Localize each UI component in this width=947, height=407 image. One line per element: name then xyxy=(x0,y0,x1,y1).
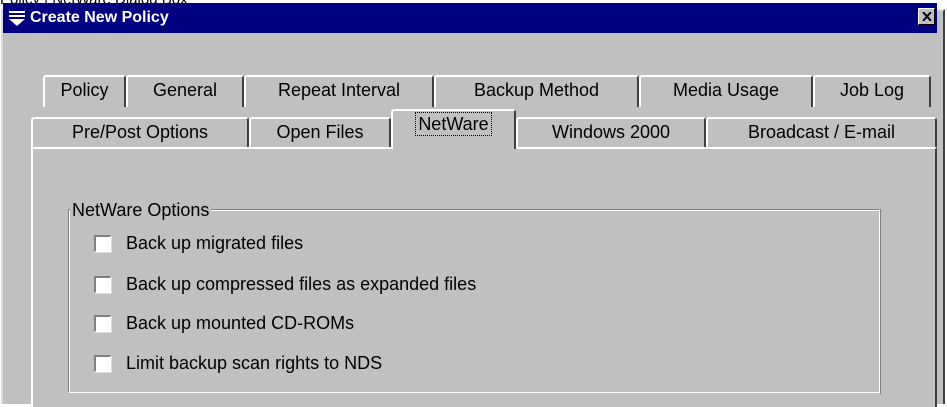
group-label: NetWare Options xyxy=(70,199,212,221)
dropdown-funnel-icon[interactable] xyxy=(9,11,25,26)
option-back-up-migrated-files[interactable]: Back up migrated files xyxy=(94,232,303,254)
checkbox[interactable] xyxy=(94,354,111,372)
close-icon xyxy=(921,12,932,21)
tab-media-usage[interactable]: Media Usage xyxy=(639,75,813,107)
tab-general[interactable]: General xyxy=(126,75,244,107)
option-label: Back up compressed files as expanded fil… xyxy=(126,274,477,294)
tab-netware[interactable]: NetWare xyxy=(391,109,516,149)
checkbox[interactable] xyxy=(94,314,111,332)
tab-pre-post-options[interactable]: Pre/Post Options xyxy=(31,117,249,147)
tab-backup-method[interactable]: Backup Method xyxy=(434,75,639,107)
title-bar[interactable]: Create New Policy xyxy=(3,3,937,33)
tab-windows-2000[interactable]: Windows 2000 xyxy=(516,117,706,147)
tab-job-log[interactable]: Job Log xyxy=(813,75,931,107)
checkbox[interactable] xyxy=(94,234,111,252)
option-label: Back up mounted CD-ROMs xyxy=(126,313,355,333)
tab-open-files[interactable]: Open Files xyxy=(249,117,391,147)
tab-broadcast-email[interactable]: Broadcast / E-mail xyxy=(706,117,937,147)
option-back-up-mounted-cd-roms[interactable]: Back up mounted CD-ROMs xyxy=(94,312,354,334)
option-limit-backup-scan-rights[interactable]: Limit backup scan rights to NDS xyxy=(94,352,382,374)
tab-policy[interactable]: Policy xyxy=(43,75,126,107)
tab-repeat-interval[interactable]: Repeat Interval xyxy=(244,75,434,107)
window-title: Create New Policy xyxy=(30,9,169,26)
option-label: Back up migrated files xyxy=(126,233,304,253)
option-back-up-compressed-files[interactable]: Back up compressed files as expanded fil… xyxy=(94,273,476,295)
checkbox[interactable] xyxy=(94,275,111,293)
close-button[interactable] xyxy=(918,8,935,25)
option-label: Limit backup scan rights to NDS xyxy=(126,353,383,373)
